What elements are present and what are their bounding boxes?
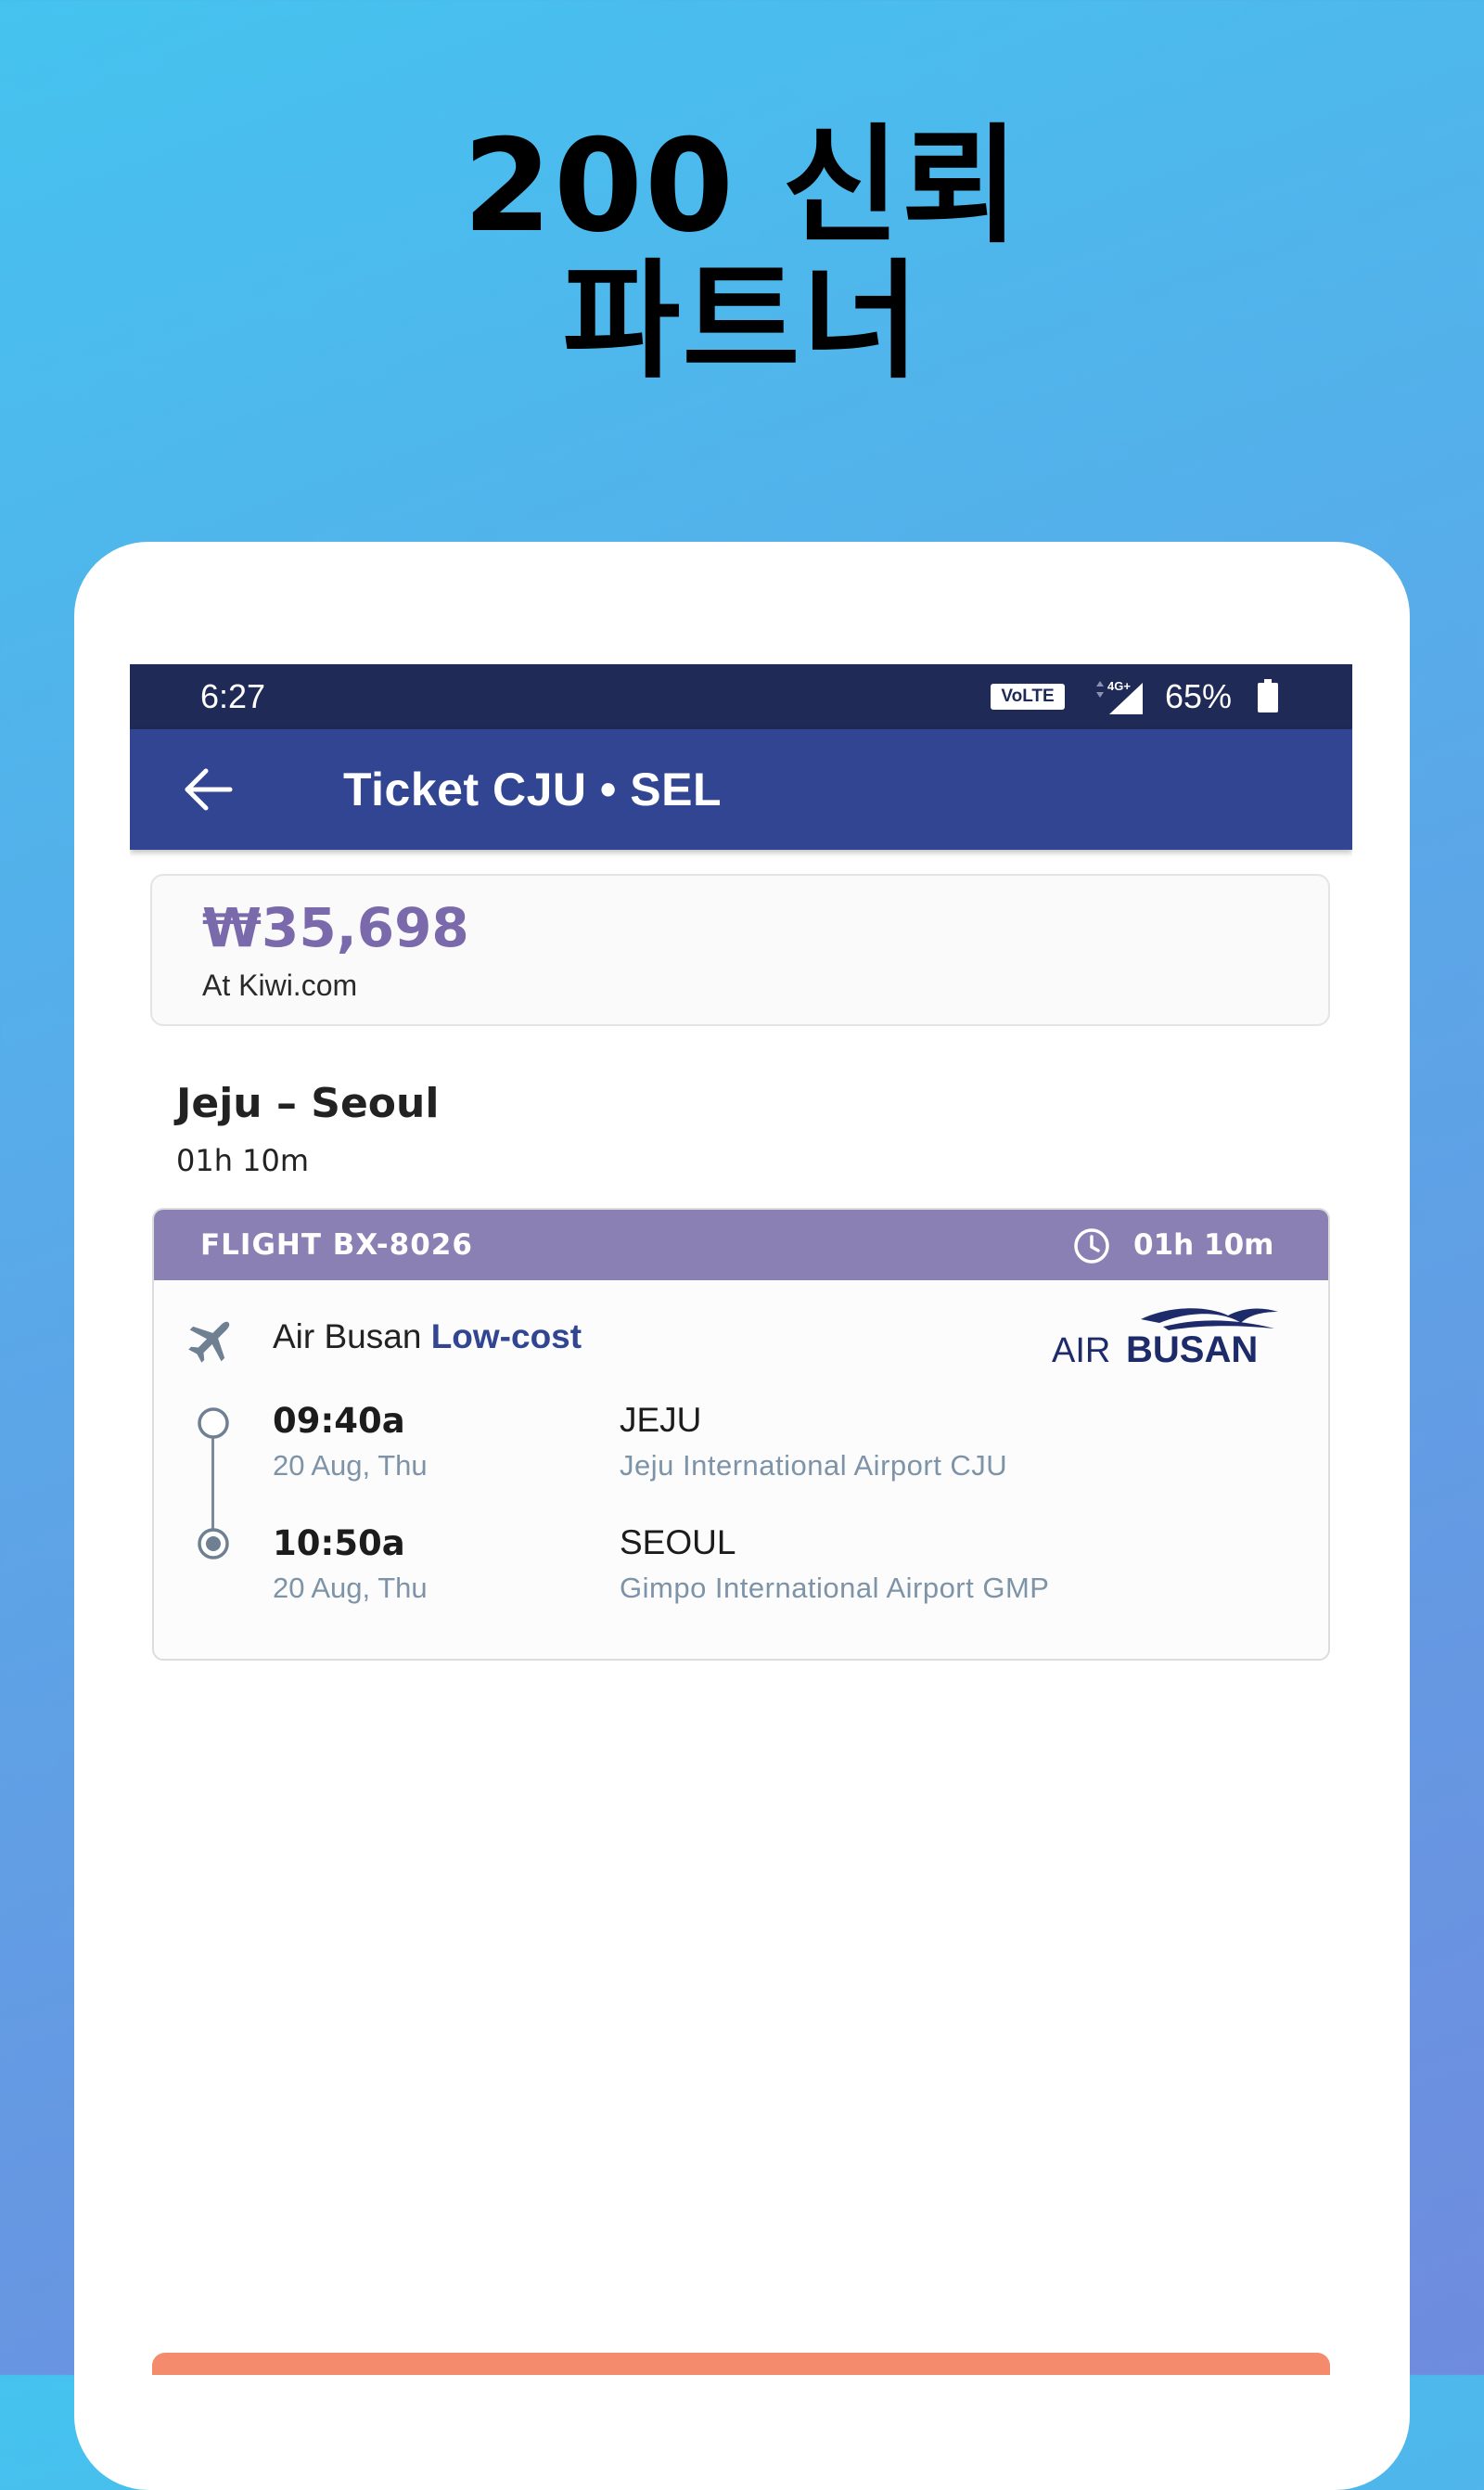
arrow-left-icon[interactable] [182,766,234,813]
arrival-time: 10:50a [273,1523,405,1563]
app-bar: Ticket CJU • SEL [130,729,1352,850]
status-bar: 6:27 VoLTE 4G+ 65% [130,664,1352,729]
price-source: At Kiwi.com [202,969,358,1002]
page-title: Ticket CJU • SEL [343,764,723,815]
departure-time: 09:40a [273,1401,405,1441]
air-busan-logo: AIR BUSAN [1052,1308,1278,1367]
price-card[interactable]: ₩35,698 At Kiwi.com [150,874,1330,1026]
book-button[interactable] [152,2353,1330,2375]
airline-info: Air Busan Low-cost [273,1317,582,1356]
clock-icon [1074,1228,1109,1264]
status-time: 6:27 [200,677,266,715]
battery-percentage: 65% [1165,677,1233,715]
flight-number: FLIGHT BX-8026 [200,1228,473,1262]
arrival-circle-icon [198,1528,229,1559]
svg-text:4G+: 4G+ [1107,679,1131,693]
svg-text:AIR: AIR [1052,1331,1110,1367]
route-title: Jeju – Seoul [176,1080,440,1127]
price-amount: ₩35,698 [202,896,469,959]
arrival-date: 20 Aug, Thu [273,1572,428,1604]
airline-name: Air Busan [273,1317,422,1355]
volte-icon: VoLTE [991,684,1065,710]
arrival-city: SEOUL [620,1523,736,1561]
fare-type: Low-cost [430,1317,582,1355]
arrival-airport: Gimpo International Airport GMP [620,1572,1050,1604]
signal-icon: 4G+ [1096,679,1143,714]
route-duration: 01h 10m [176,1143,310,1178]
flight-duration: 01h 10m [1133,1228,1274,1262]
airplane-icon [188,1321,230,1363]
flight-card: FLIGHT BX-8026 01h 10m Air Busan Low-cos… [152,1208,1330,1661]
flight-header: FLIGHT BX-8026 01h 10m [154,1210,1328,1280]
departure-airport: Jeju International Airport CJU [620,1449,1008,1482]
app-screen: 6:27 VoLTE 4G+ 65% Ticket CJU • SEL ₩35,… [130,664,1352,2375]
timeline-line [211,1438,214,1529]
headline: 200 신뢰 파트너 [0,119,1484,390]
headline-line-2: 파트너 [562,247,922,396]
departure-date: 20 Aug, Thu [273,1449,428,1482]
battery-icon [1258,679,1278,712]
svg-text:BUSAN: BUSAN [1126,1329,1258,1367]
headline-line-1: 200 신뢰 [462,111,1022,261]
departure-circle-icon [198,1407,229,1439]
departure-city: JEJU [620,1401,702,1439]
